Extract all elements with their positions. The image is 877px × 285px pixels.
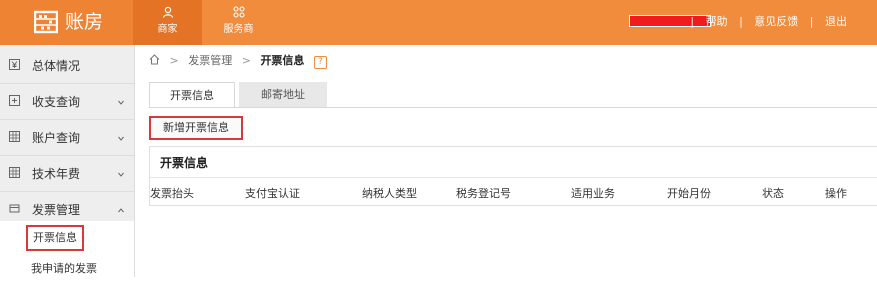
nav-service-provider-label: 服务商: [223, 24, 254, 35]
nav-service-provider[interactable]: 服务商: [204, 0, 273, 45]
breadcrumb-current: 开票信息: [260, 54, 305, 67]
sidebar-subitem-my-invoices[interactable]: 我申请的发票: [0, 253, 134, 285]
yen-icon: [9, 59, 20, 70]
logout-link[interactable]: 退出: [825, 15, 847, 29]
tab-divider: [149, 107, 877, 108]
column-header-start-month: 开始月份: [667, 187, 711, 200]
chevron-down-icon: [118, 136, 124, 141]
invoice-info-panel: 开票信息 发票抬头 支付宝认证 纳税人类型 税务登记号 适用业务 开始月份 状态…: [149, 146, 877, 206]
breadcrumb-parent[interactable]: 发票管理: [188, 54, 232, 67]
sidebar-subitem-label: 开票信息: [26, 225, 84, 251]
sidebar-item-overview[interactable]: 总体情况: [0, 48, 134, 84]
sidebar-subitem-invoice-info[interactable]: 开票信息: [0, 221, 134, 253]
panel-title: 开票信息: [160, 156, 209, 170]
separator: |: [809, 15, 814, 28]
column-header-invoice-title: 发票抬头: [150, 187, 194, 200]
sidebar-item-label: 总体情况: [32, 59, 81, 73]
breadcrumb: > 发票管理 > 开票信息 ?: [149, 54, 327, 69]
home-icon[interactable]: [149, 54, 160, 65]
sidebar-item-tech-annual-fee[interactable]: 技术年费: [0, 156, 134, 192]
feedback-link[interactable]: 意见反馈: [754, 15, 798, 29]
invoice-icon: [9, 204, 20, 213]
tab-mailing-address[interactable]: 邮寄地址: [239, 82, 327, 108]
column-header-taxpayer-type: 纳税人类型: [362, 187, 417, 200]
sidebar-item-label: 发票管理: [32, 203, 81, 217]
column-header-alipay-verification: 支付宝认证: [245, 187, 300, 200]
separator: |: [739, 15, 743, 28]
add-invoice-info-button[interactable]: 新增开票信息: [149, 116, 243, 140]
panel-divider: [150, 177, 877, 178]
nav-merchant-label: 商家: [157, 24, 178, 35]
help-icon[interactable]: ?: [313, 56, 327, 69]
top-navigation-bar: 账房 商家 服务商 | 帮助 | 意见反馈 | 退出: [0, 0, 877, 45]
separator: |: [690, 15, 695, 28]
chevron-down-icon: [118, 100, 124, 105]
document-icon: [9, 95, 20, 106]
brand-name: 账房: [65, 11, 104, 33]
column-header-tax-registration-number: 税务登记号: [456, 187, 511, 200]
sidebar-item-label: 技术年费: [32, 167, 81, 181]
tab-invoice-info[interactable]: 开票信息: [149, 82, 235, 108]
chevron-up-icon: [118, 208, 124, 213]
brand[interactable]: 账房: [0, 0, 133, 45]
sidebar-subitem-label: 我申请的发票: [31, 262, 97, 275]
sidebar: 总体情况 收支查询 账户查询 技术年费 发票管理 开票信息 我申请的发票: [0, 45, 135, 285]
table-icon: [9, 131, 20, 142]
sidebar-item-label: 账户查询: [32, 131, 81, 145]
table-icon: [9, 167, 20, 178]
nav-merchant[interactable]: 商家: [133, 0, 202, 45]
help-link[interactable]: 帮助: [706, 15, 728, 29]
column-header-applicable-business: 适用业务: [571, 187, 615, 200]
grid-icon: [232, 6, 245, 18]
top-links: | 帮助 | 意见反馈 | 退出: [682, 15, 847, 29]
column-header-actions: 操作: [825, 187, 847, 200]
sidebar-item-account-query[interactable]: 账户查询: [0, 120, 134, 156]
column-header-status: 状态: [762, 187, 784, 200]
sidebar-item-label: 收支查询: [32, 95, 81, 109]
chevron-down-icon: [118, 172, 124, 177]
person-icon: [162, 6, 173, 18]
breadcrumb-arrow: >: [169, 54, 179, 67]
abacus-logo-icon: [34, 10, 58, 34]
sidebar-item-income-expense[interactable]: 收支查询: [0, 84, 134, 120]
breadcrumb-arrow: >: [241, 54, 251, 67]
